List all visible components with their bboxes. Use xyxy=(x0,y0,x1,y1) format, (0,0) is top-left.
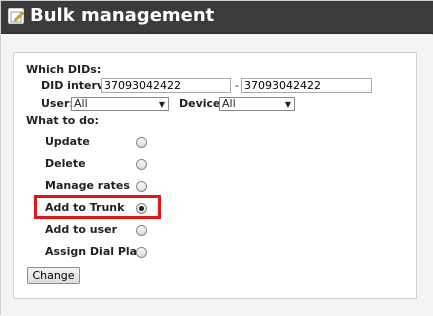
which-dids-label: Which DIDs: xyxy=(26,63,102,76)
action-radio-manage-rates[interactable] xyxy=(136,181,147,192)
chevron-down-icon: ▼ xyxy=(284,100,291,109)
action-radio-add-to-trunk[interactable] xyxy=(136,203,147,214)
did-from-input[interactable] xyxy=(101,78,231,93)
action-label-delete: Delete xyxy=(45,157,86,170)
did-interval-separator: - xyxy=(235,79,239,92)
change-button[interactable]: Change xyxy=(27,267,80,284)
did-to-input[interactable] xyxy=(241,78,372,93)
user-select-value: All xyxy=(74,97,88,110)
user-label: User: xyxy=(41,97,74,110)
window: Bulk management Which DIDs: DID interval… xyxy=(0,0,433,316)
action-radio-assign-dial-plan[interactable] xyxy=(136,247,147,258)
device-select-value: All xyxy=(222,97,236,110)
page-title: Bulk management xyxy=(30,5,215,26)
action-label-add-to-user: Add to user xyxy=(45,223,117,236)
action-radio-update[interactable] xyxy=(136,137,147,148)
action-radio-delete[interactable] xyxy=(136,159,147,170)
chevron-down-icon: ▼ xyxy=(158,100,165,109)
action-label-update: Update xyxy=(45,135,90,148)
page-header: Bulk management xyxy=(1,1,433,34)
action-radio-add-to-user[interactable] xyxy=(136,225,147,236)
action-label-add-to-trunk: Add to Trunk xyxy=(45,201,125,214)
what-to-do-label: What to do: xyxy=(26,114,99,127)
edit-icon xyxy=(8,8,24,24)
device-select[interactable]: All ▼ xyxy=(219,97,295,111)
action-label-assign-dial-plan: Assign Dial Plan xyxy=(45,245,145,258)
action-label-manage-rates: Manage rates xyxy=(45,179,130,192)
user-select[interactable]: All ▼ xyxy=(71,97,169,111)
